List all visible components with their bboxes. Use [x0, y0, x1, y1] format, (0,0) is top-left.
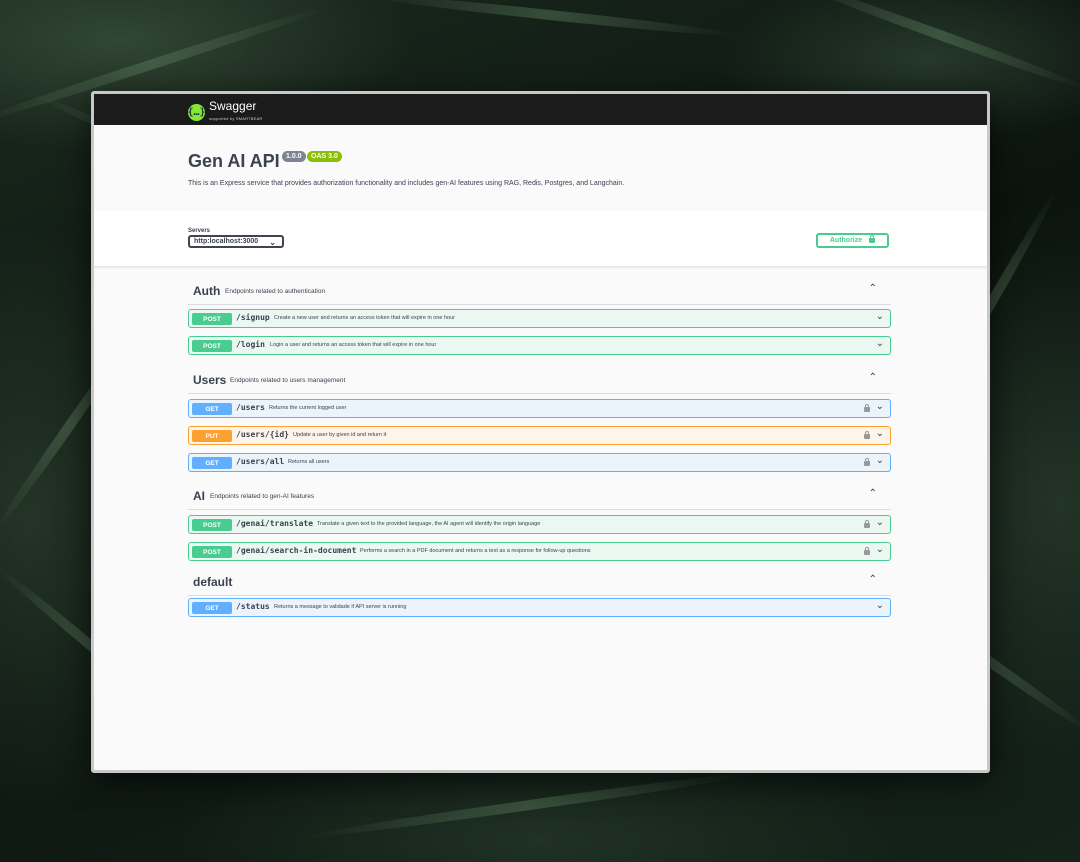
method-badge: POST [192, 546, 232, 558]
method-badge: GET [192, 457, 232, 469]
method-badge: PUT [192, 430, 232, 442]
tag-divider [188, 304, 891, 305]
operation-get-status[interactable]: GET/status Returns a message to validade … [188, 598, 891, 617]
chevron-down-icon[interactable]: ⌄ [876, 428, 884, 439]
chevron-down-icon[interactable]: ⌄ [876, 600, 884, 611]
operation-path: /users [236, 403, 265, 412]
operation-summary: Returns the current logged user [269, 405, 347, 411]
tag-divider [188, 509, 891, 510]
operation-post-login[interactable]: POST/login Login a user and returns an ac… [188, 336, 891, 355]
authorize-button[interactable]: Authorize [816, 233, 889, 248]
tag-section-users[interactable]: Users Endpoints related to users manageme… [188, 370, 891, 394]
method-badge: GET [192, 403, 232, 415]
method-badge: GET [192, 602, 232, 614]
chevron-down-icon[interactable]: ⌄ [876, 401, 884, 412]
scheme-container: Servers http:localhost:3000 ⌄ Authorize [94, 211, 987, 267]
tag-name: AI [193, 489, 205, 503]
operation-post-signup[interactable]: POST/signup Create a new user and returns… [188, 309, 891, 328]
swagger-logo-icon: {…} [187, 104, 206, 121]
tag-name: default [193, 575, 233, 589]
operation-put-users-id[interactable]: PUT/users/{id} Update a user by given id … [188, 426, 891, 445]
lock-icon[interactable] [864, 404, 870, 412]
tag-description: Endpoints related to gen-AI features [210, 493, 315, 500]
servers-label: Servers [188, 228, 211, 234]
operation-post-genai-translate[interactable]: POST/genai/translate Translate a given te… [188, 515, 891, 534]
operation-path: /status [236, 602, 270, 611]
tag-section-ai[interactable]: AI Endpoints related to gen-AI features ⌃ [188, 486, 891, 510]
operation-get-users-all[interactable]: GET/users/all Returns all users ⌄ [188, 453, 891, 472]
chevron-up-icon[interactable]: ⌃ [869, 283, 877, 294]
operation-summary: Login a user and returns an access token… [270, 342, 437, 348]
logo-title: Swagger [209, 99, 257, 113]
api-description: This is an Express service that provides… [188, 180, 625, 187]
page-title: Gen AI API [188, 151, 280, 171]
swagger-topbar: {…} Swagger supported by SMARTBEAR [94, 94, 987, 125]
chevron-down-icon[interactable]: ⌄ [876, 544, 884, 555]
operation-path: /users/{id} [236, 430, 289, 439]
logo-subtitle: supported by SMARTBEAR [209, 116, 263, 121]
operation-summary: Performs a search in a PDF document and … [360, 548, 591, 554]
operation-summary: Returns a message to validade if API ser… [274, 604, 407, 610]
chevron-down-icon[interactable]: ⌄ [876, 338, 884, 349]
operation-summary: Translate a given text to the provided l… [317, 521, 541, 527]
lock-icon[interactable] [864, 431, 870, 439]
api-info: Gen AI API 1.0.0 OAS 3.0 This is an Expr… [94, 125, 987, 211]
operation-summary: Update a user by given id and return it [293, 432, 387, 438]
tag-divider [188, 595, 891, 596]
chevron-up-icon[interactable]: ⌃ [869, 488, 877, 499]
method-badge: POST [192, 313, 232, 325]
tag-section-default[interactable]: default ⌃ [188, 572, 891, 596]
operation-path: /users/all [236, 457, 285, 466]
tag-name: Users [193, 373, 227, 387]
lock-icon [869, 235, 876, 243]
chevron-down-icon[interactable]: ⌄ [876, 517, 884, 528]
oas-badge: OAS 3.0 [307, 151, 342, 162]
operation-path: /login [236, 340, 265, 349]
lock-icon[interactable] [864, 520, 870, 528]
tag-section-auth[interactable]: Auth Endpoints related to authentication ⌃ [188, 281, 891, 305]
authorize-label: Authorize [829, 237, 863, 244]
operation-post-genai-search-in-document[interactable]: POST/genai/search-in-document Performs a … [188, 542, 891, 561]
operation-summary: Create a new user and returns an access … [274, 315, 455, 321]
operation-path: /genai/translate [236, 519, 314, 528]
method-badge: POST [192, 519, 232, 531]
lock-icon[interactable] [864, 547, 870, 555]
operation-path: /genai/search-in-document [236, 546, 357, 555]
tag-name: Auth [193, 284, 221, 298]
chevron-down-icon[interactable]: ⌄ [876, 455, 884, 466]
chevron-down-icon: ⌄ [269, 238, 276, 247]
operation-summary: Returns all users [288, 459, 330, 465]
swagger-logo[interactable]: {…} Swagger supported by SMARTBEAR [187, 99, 263, 125]
servers-select[interactable]: http:localhost:3000 ⌄ [188, 235, 284, 248]
operation-path: /signup [236, 313, 270, 322]
chevron-down-icon[interactable]: ⌄ [876, 311, 884, 322]
tag-divider [188, 393, 891, 394]
lock-icon[interactable] [864, 458, 870, 466]
servers-selected-value: http:localhost:3000 [194, 238, 259, 245]
chevron-up-icon[interactable]: ⌃ [869, 372, 877, 383]
method-badge: POST [192, 340, 232, 352]
version-badge: 1.0.0 [282, 151, 306, 162]
operation-get-users[interactable]: GET/users Returns the current logged user… [188, 399, 891, 418]
browser-window: {…} Swagger supported by SMARTBEAR Gen A… [91, 91, 990, 773]
tag-description: Endpoints related to users management [230, 377, 346, 384]
chevron-up-icon[interactable]: ⌃ [869, 574, 877, 585]
tag-description: Endpoints related to authentication [225, 288, 326, 295]
